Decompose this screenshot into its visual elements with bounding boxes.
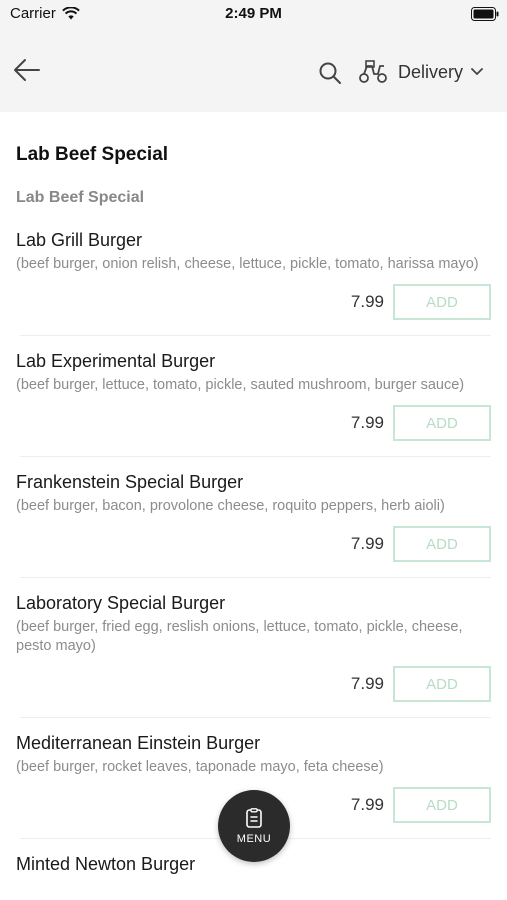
menu-item[interactable]: Laboratory Special Burger (beef burger, … <box>0 591 507 702</box>
menu-item-description: (beef burger, lettuce, tomato, pickle, s… <box>16 377 465 393</box>
menu-fab-label: MENU <box>236 832 272 845</box>
menu-item-price: 7.99 <box>350 674 384 693</box>
menu-item-description: (beef burger, onion relish, cheese, lett… <box>16 256 479 272</box>
menu-item[interactable]: Lab Grill Burger (beef burger, onion rel… <box>0 228 507 320</box>
battery-icon <box>471 7 499 21</box>
add-button[interactable]: ADD <box>393 787 491 823</box>
menu-item-price: 7.99 <box>350 413 384 432</box>
price-row: 7.99 ADD <box>16 526 491 562</box>
menu-item-description: (beef burger, fried egg, reslish onions,… <box>16 619 463 654</box>
menu-item-description: (beef burger, bacon, provolone cheese, r… <box>16 498 445 514</box>
price-row: 7.99 ADD <box>16 666 491 702</box>
price-row: 7.99 ADD <box>16 405 491 441</box>
search-icon <box>319 62 341 84</box>
price-row: 7.99 ADD <box>16 284 491 320</box>
add-button[interactable]: ADD <box>393 284 491 320</box>
delivery-label: Delivery <box>398 61 464 82</box>
scooter-icon <box>359 60 387 83</box>
menu-item-list: Lab Grill Burger (beef burger, onion rel… <box>0 228 507 876</box>
menu-item-name: Frankenstein Special Burger <box>16 472 244 492</box>
menu-item-name: Mediterranean Einstein Burger <box>16 733 261 753</box>
menu-item[interactable]: Lab Experimental Burger (beef burger, le… <box>0 349 507 441</box>
nav-bar: Delivery <box>0 30 507 112</box>
menu-item-price: 7.99 <box>350 795 384 814</box>
menu-content[interactable]: Lab Beef Special Lab Beef Special Lab Gr… <box>0 112 507 900</box>
add-button[interactable]: ADD <box>393 405 491 441</box>
add-button[interactable]: ADD <box>393 666 491 702</box>
menu-card-icon <box>246 807 262 828</box>
clock: 2:49 PM <box>225 5 282 22</box>
menu-fab-button[interactable]: MENU <box>218 790 290 862</box>
menu-item-name: Laboratory Special Burger <box>16 593 226 613</box>
menu-item-price: 7.99 <box>350 292 384 311</box>
search-button[interactable] <box>318 61 342 85</box>
status-bar: Carrier 2:49 PM <box>0 0 507 30</box>
menu-item[interactable]: Frankenstein Special Burger (beef burger… <box>0 470 507 562</box>
section-subtitle: Lab Beef Special <box>16 189 145 206</box>
category-title: Lab Beef Special <box>16 144 169 165</box>
back-button[interactable] <box>12 57 46 87</box>
chevron-down-icon <box>471 68 483 76</box>
menu-item-name: Lab Experimental Burger <box>16 351 216 371</box>
menu-item-description: (beef burger, rocket leaves, taponade ma… <box>16 759 384 775</box>
delivery-mode-selector[interactable]: Delivery <box>358 58 483 86</box>
menu-item-name: Lab Grill Burger <box>16 230 143 250</box>
menu-item-price: 7.99 <box>350 534 384 553</box>
add-button[interactable]: ADD <box>393 526 491 562</box>
arrow-left-icon <box>14 59 40 81</box>
